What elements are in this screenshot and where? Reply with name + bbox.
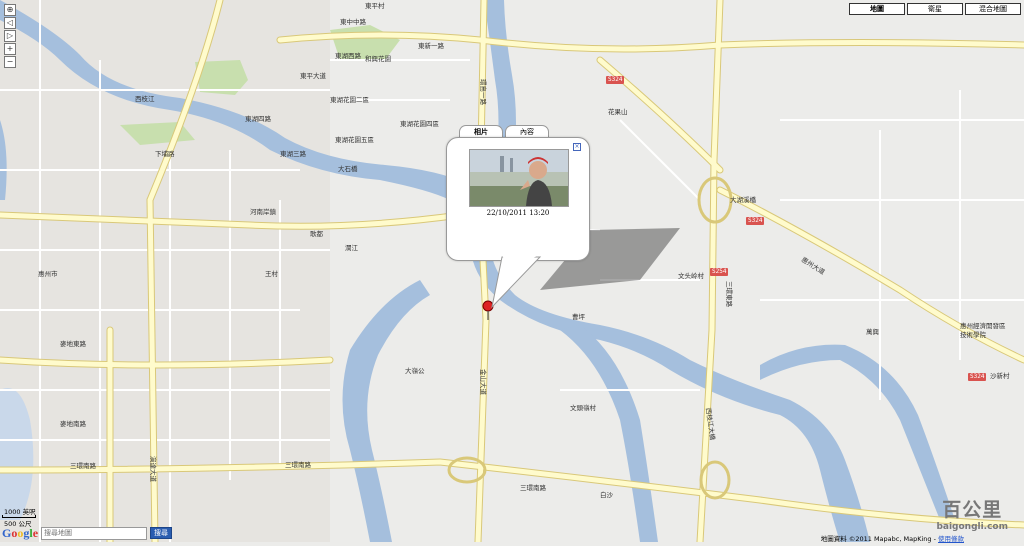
road-label: 三環南路 bbox=[285, 461, 311, 469]
place-label: 河南岸鎮 bbox=[250, 208, 276, 216]
highway-shield: S324 bbox=[968, 373, 987, 381]
place-label: 文頭嶺村 bbox=[570, 404, 596, 412]
search-bar: Google 搜尋 bbox=[0, 525, 173, 540]
road-label: 三環南路 bbox=[520, 484, 546, 492]
place-label: 大湖溪橋 bbox=[730, 196, 756, 204]
road-label: 金山大道 bbox=[479, 369, 487, 395]
place-label: 東湖花園二區 bbox=[330, 96, 369, 104]
highway-shield: S324 bbox=[606, 76, 625, 84]
place-label: 文头岭村 bbox=[678, 272, 704, 280]
place-label: 東湖花園四區 bbox=[400, 120, 439, 128]
place-label: 西枝江 bbox=[135, 95, 155, 103]
photo-thumbnail bbox=[470, 150, 568, 206]
place-label: 白沙 bbox=[600, 491, 613, 499]
place-label: 東平村 bbox=[365, 2, 385, 10]
search-input[interactable] bbox=[41, 526, 148, 540]
road-label: 東湖三路 bbox=[280, 150, 306, 158]
place-label: 萬興 bbox=[866, 328, 879, 336]
road-label: 環島一路 bbox=[479, 79, 487, 105]
place-label: 沙新村 bbox=[990, 372, 1010, 380]
place-label: 澗江 bbox=[345, 244, 358, 252]
road-label: 下埔路 bbox=[155, 150, 175, 158]
info-window-pointer bbox=[491, 255, 542, 309]
road-label: 東中中路 bbox=[340, 18, 366, 26]
google-logo: Google bbox=[2, 525, 39, 540]
road-label: 麥地南路 bbox=[60, 420, 86, 428]
map-type-control: 地圖 衛星 混合地圖 bbox=[847, 3, 1021, 15]
photo-timestamp: 22/10/2011 13:20 bbox=[486, 209, 550, 217]
search-button[interactable]: 搜尋 bbox=[150, 527, 173, 539]
zoom-in-button[interactable]: + bbox=[4, 43, 16, 55]
map-type-map-button[interactable]: 地圖 bbox=[849, 3, 905, 15]
watermark-url: baigongli.com bbox=[936, 522, 1008, 532]
map-type-hybrid-button[interactable]: 混合地圖 bbox=[965, 3, 1021, 15]
map-type-satellite-button[interactable]: 衛星 bbox=[907, 3, 963, 15]
highway-shield: S324 bbox=[746, 217, 765, 225]
highway-shield: S254 bbox=[710, 268, 729, 276]
close-icon[interactable]: × bbox=[573, 143, 581, 151]
place-label: 曹坪 bbox=[572, 313, 585, 321]
road-label: 三環南路 bbox=[70, 462, 96, 470]
pan-left-button[interactable]: ◁ bbox=[4, 17, 16, 29]
center-button[interactable]: ⊕ bbox=[4, 4, 16, 16]
popup-photo[interactable] bbox=[469, 149, 569, 207]
pan-zoom-control: ⊕ ◁ ▷ + − bbox=[4, 3, 20, 69]
place-label: 大石橋 bbox=[338, 165, 358, 173]
watermark-title: 百公里 bbox=[942, 499, 1003, 521]
place-label: 歌都 bbox=[310, 230, 323, 238]
place-label: 惠州市 bbox=[38, 270, 58, 278]
watermark: 百公里 baigongli.com bbox=[936, 495, 1008, 532]
road-label: 東平大道 bbox=[300, 72, 326, 80]
road-label: 麥地東路 bbox=[60, 340, 86, 348]
place-label: 和興花園 bbox=[365, 55, 391, 63]
place-label: 東湖花園五區 bbox=[335, 136, 374, 144]
road-label: 三環東路 bbox=[725, 281, 733, 307]
road-label: 演達大道 bbox=[149, 456, 157, 482]
zoom-out-button[interactable]: − bbox=[4, 56, 16, 68]
place-label: 技術學院 bbox=[960, 331, 986, 339]
road-label: 東湖四路 bbox=[245, 115, 271, 123]
place-label: 花果山 bbox=[608, 108, 628, 116]
place-label: 東新一路 bbox=[418, 42, 444, 50]
place-label: 王村 bbox=[265, 270, 278, 278]
place-label: 大嶺公 bbox=[405, 367, 425, 375]
road-label: 東湖西路 bbox=[335, 52, 361, 60]
place-label: 惠州經濟開發區 bbox=[960, 322, 1006, 330]
pan-right-button[interactable]: ▷ bbox=[4, 30, 16, 42]
